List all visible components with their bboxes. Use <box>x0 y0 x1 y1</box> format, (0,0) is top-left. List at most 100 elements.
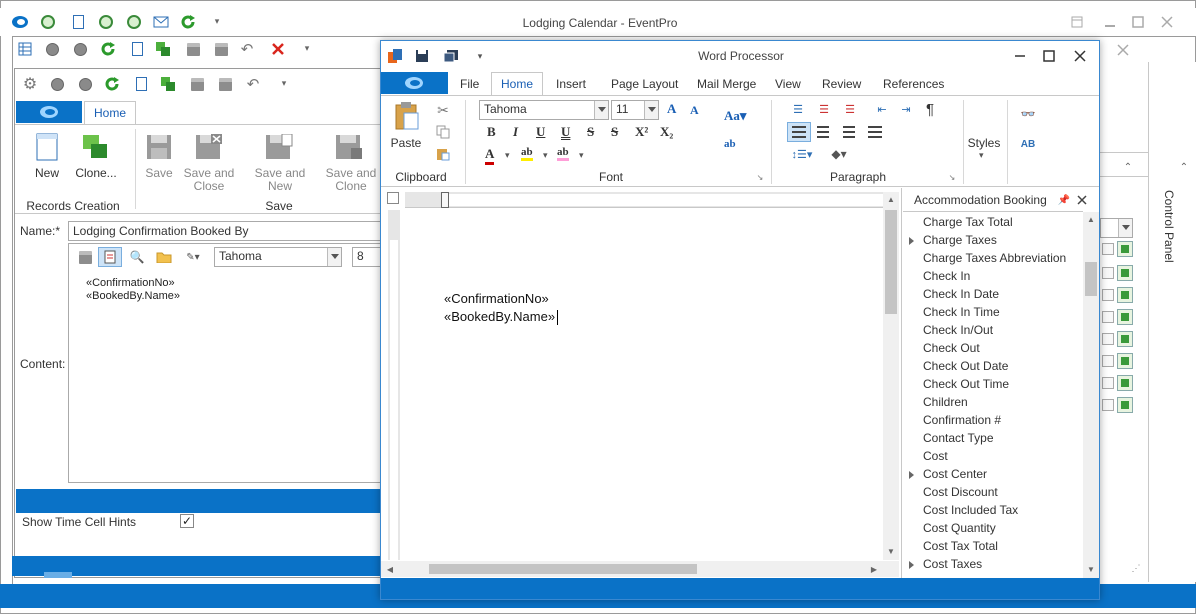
wp-tab-review[interactable]: Review <box>822 77 861 91</box>
wp-font-size-combo[interactable]: 11 <box>611 100 659 120</box>
pane-scrollbar[interactable]: ▲ ▼ <box>1083 212 1099 578</box>
pin-icon[interactable]: 📌 <box>1058 194 1070 206</box>
wp-vertical-scrollbar[interactable]: ▲ ▼ <box>883 192 899 560</box>
side-row[interactable] <box>1102 286 1134 303</box>
content-font-combo[interactable]: Tahoma <box>214 247 342 267</box>
scroll-down-icon[interactable]: ▼ <box>1086 564 1096 574</box>
restore-icon[interactable] <box>1070 15 1084 29</box>
show-formatting-icon[interactable]: ¶ <box>921 100 939 118</box>
pane-field-item[interactable]: Cost Included Tax <box>923 503 1018 517</box>
record-tab-home[interactable]: Home <box>84 101 136 125</box>
styles-label[interactable]: Styles <box>965 137 1003 150</box>
down-icon[interactable] <box>73 42 87 56</box>
scroll-thumb[interactable] <box>1085 262 1097 296</box>
justify-icon[interactable] <box>867 124 883 140</box>
side-row[interactable] <box>1102 264 1134 281</box>
grid-icon[interactable] <box>18 42 32 56</box>
save-all-icon[interactable] <box>443 49 459 63</box>
wp-horizontal-scrollbar[interactable]: ◀ ▶ <box>381 561 899 577</box>
superscript-icon[interactable]: X² <box>635 124 648 140</box>
save-close-icon[interactable] <box>218 77 232 91</box>
grow-font-icon[interactable]: A <box>667 101 676 117</box>
delete-icon[interactable] <box>270 41 286 57</box>
save-icon[interactable] <box>78 250 92 264</box>
side-row[interactable] <box>1102 240 1134 257</box>
clone-button-label[interactable]: Clone... <box>73 167 119 180</box>
quick-access-dropdown-icon[interactable]: ▾ <box>279 78 289 88</box>
pane-field-item[interactable]: Confirmation # <box>923 413 1001 427</box>
new-icon[interactable] <box>130 42 144 56</box>
wp-tab-page-layout[interactable]: Page Layout <box>611 77 678 91</box>
cut-icon[interactable]: ✂ <box>435 102 451 118</box>
align-left-icon[interactable] <box>787 122 811 142</box>
pane-field-item[interactable]: Check Out Time <box>923 377 1009 391</box>
pane-field-item[interactable]: Charge Taxes <box>923 233 997 247</box>
replace-icon[interactable]: AB <box>1019 136 1037 152</box>
quick-access-dropdown-icon[interactable]: ▾ <box>212 16 222 26</box>
expand-arrow-icon[interactable] <box>909 237 914 245</box>
wp-font-combo[interactable]: Tahoma <box>479 100 609 120</box>
styles-dropdown-icon[interactable]: ✎▾ <box>180 250 206 264</box>
wp-document-text[interactable]: «ConfirmationNo» «BookedBy.Name» <box>444 290 559 326</box>
increase-indent-icon[interactable]: ⇥ <box>897 102 915 116</box>
content-text[interactable]: «ConfirmationNo» «BookedBy.Name» <box>86 277 180 303</box>
pane-field-item[interactable]: Charge Taxes Abbreviation <box>923 251 1066 265</box>
pane-field-item[interactable]: Cost Center <box>923 467 987 481</box>
font-color-dropdown-icon[interactable]: ▾ <box>505 150 510 161</box>
record-bottom-tab[interactable] <box>44 572 72 578</box>
clear-format-icon[interactable]: ab <box>724 138 736 150</box>
side-row[interactable] <box>1102 396 1134 413</box>
new-button-label[interactable]: New <box>27 167 67 180</box>
document-icon[interactable] <box>70 14 86 30</box>
save-icon[interactable] <box>415 49 429 63</box>
save-close-label-2[interactable]: Close <box>183 180 235 193</box>
pane-field-item[interactable]: Check Out <box>923 341 980 355</box>
align-right-icon[interactable] <box>841 124 857 140</box>
name-field[interactable]: Lodging Confirmation Booked By <box>68 221 384 241</box>
strikethrough-icon[interactable]: S <box>587 124 594 140</box>
double-underline-icon[interactable]: U <box>561 124 570 140</box>
paste-icon[interactable] <box>393 100 421 132</box>
pane-field-item[interactable]: Cost Quantity <box>923 521 996 535</box>
save-and-new-icon[interactable] <box>265 133 293 161</box>
save-record-icon[interactable] <box>145 133 173 161</box>
mail-icon[interactable] <box>153 15 169 29</box>
show-time-cell-hints-checkbox[interactable]: ✓ <box>180 514 194 528</box>
scroll-left-icon[interactable]: ◀ <box>385 564 395 574</box>
collapse-icon[interactable]: ⌃ <box>1122 162 1134 173</box>
scroll-down-icon[interactable]: ▼ <box>885 546 897 556</box>
clock-icon[interactable] <box>40 14 56 30</box>
expand-arrow-icon[interactable] <box>909 561 914 569</box>
bold-icon[interactable]: B <box>487 124 496 140</box>
scroll-up-icon[interactable]: ▲ <box>1086 214 1096 224</box>
double-strikethrough-icon[interactable]: S <box>611 124 618 140</box>
quick-access-dropdown-icon[interactable]: ▾ <box>302 43 312 53</box>
paste-special-icon[interactable] <box>435 146 451 162</box>
text-highlight-icon[interactable]: ab <box>557 146 569 161</box>
italic-icon[interactable]: I <box>513 124 518 140</box>
preview-icon[interactable]: 🔍 <box>130 250 145 264</box>
edit-document-icon[interactable] <box>98 247 122 267</box>
clone-icon[interactable] <box>155 41 171 57</box>
font-color-icon[interactable]: A <box>485 146 495 165</box>
pane-field-item[interactable]: Children <box>923 395 968 409</box>
save-and-close-icon[interactable] <box>195 133 223 161</box>
pane-field-item[interactable]: Check Out Date <box>923 359 1008 373</box>
refresh-icon[interactable] <box>104 76 120 92</box>
highlight-dropdown-icon[interactable]: ▾ <box>543 150 548 161</box>
pane-field-item[interactable]: Check In Date <box>923 287 999 301</box>
scroll-right-icon[interactable]: ▶ <box>869 564 879 574</box>
wp-document-page[interactable] <box>404 210 882 560</box>
clone-record-icon[interactable] <box>81 133 111 161</box>
clone-icon[interactable] <box>160 76 176 92</box>
bullets-icon[interactable]: ☰ <box>789 102 807 116</box>
align-center-icon[interactable] <box>815 124 831 140</box>
side-row[interactable] <box>1102 352 1134 369</box>
save-button-label[interactable]: Save <box>139 167 179 180</box>
numbering-icon[interactable]: ☰ <box>815 102 833 116</box>
save-close-icon[interactable] <box>214 42 228 56</box>
side-row[interactable] <box>1102 374 1134 391</box>
save-new-label[interactable]: Save and New <box>243 167 317 193</box>
wp-ruler-corner[interactable] <box>387 192 399 204</box>
expand-arrow-icon[interactable] <box>909 471 914 479</box>
